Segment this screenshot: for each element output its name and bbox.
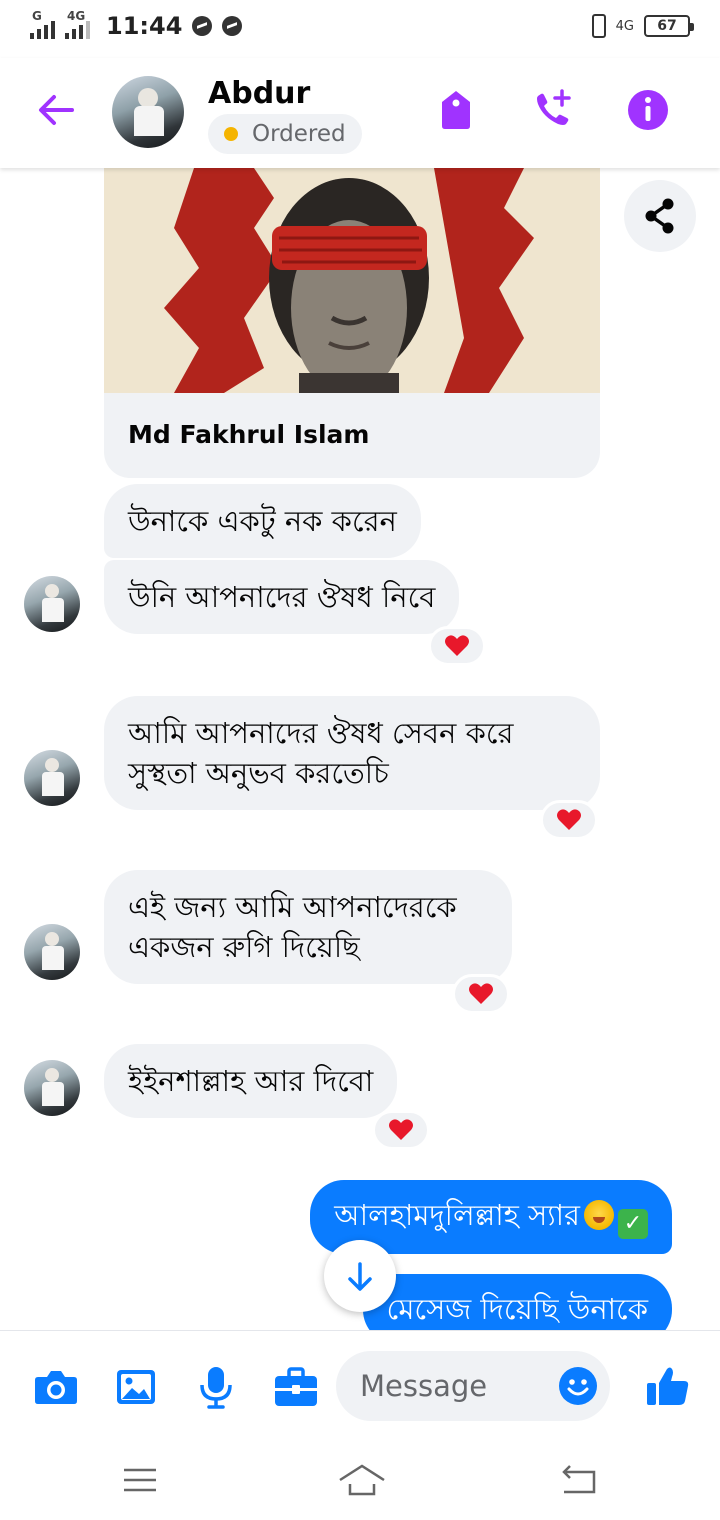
add-call-icon[interactable] [530,88,574,132]
status-left: G 4G 11:44 [30,9,243,40]
message-text: আলহামদুলিল্লাহ স্যার [334,1198,580,1232]
network-type-label: G [32,9,42,23]
contact-avatar-small[interactable] [24,924,80,980]
messenger-notification-icon [192,16,213,36]
shared-post-image[interactable] [104,168,600,393]
home-icon[interactable] [338,1460,385,1500]
heart-reaction[interactable] [452,974,510,1014]
heart-reaction[interactable] [540,800,598,840]
status-dot-icon [224,127,238,141]
back-arrow-icon[interactable] [34,88,78,132]
message-bubble-outgoing[interactable]: মেসেজ দিয়েছি উনাকে [362,1274,672,1330]
chat-header: Abdur Ordered [0,58,720,168]
status-bar: G 4G 11:44 4G 67 [0,0,720,58]
shared-post-card[interactable]: Md Fakhrul Islam [104,168,600,478]
message-input[interactable]: Message [336,1351,610,1421]
shared-post-author[interactable]: Md Fakhrul Islam [128,420,369,449]
message-input-placeholder: Message [360,1369,488,1403]
messenger-notification-icon-2 [222,16,243,36]
battery-level: 67 [657,18,677,34]
order-status-badge[interactable]: Ordered [208,114,362,154]
check-mark-emoji-icon: ✓ [618,1209,648,1239]
camera-icon[interactable] [32,1363,80,1411]
chat-thread[interactable]: Md Fakhrul Islam উনাকে একটু নক করেন উনি … [0,168,720,1330]
heart-icon [445,635,469,656]
battery-icon: 67 [644,15,694,37]
gallery-icon[interactable] [112,1363,160,1411]
message-bubble-incoming[interactable]: ইইনশাল্লাহ আর দিবো [104,1044,398,1118]
heart-reaction[interactable] [372,1110,430,1150]
heart-reaction[interactable] [428,626,486,666]
tag-icon[interactable] [434,88,478,132]
menu-icon[interactable] [118,1460,162,1500]
signal-icon: G [30,9,55,39]
message-bubble-incoming[interactable]: এই জন্য আমি আপনাদেরকে একজন রুগি দিয়েছি [104,870,512,984]
heart-icon [469,983,493,1004]
vibrate-icon [591,14,606,38]
info-icon[interactable] [626,88,670,132]
contact-avatar-small[interactable] [24,750,80,806]
emoji-icon[interactable] [558,1366,598,1406]
thumbs-up-icon[interactable] [644,1363,692,1411]
network-4g-label: 4G [615,18,634,34]
contact-avatar-small[interactable] [24,1060,80,1116]
arrow-down-icon [348,1262,372,1291]
network-type-label-2: 4G [67,9,86,23]
hugging-face-emoji-icon [584,1200,614,1230]
contact-name[interactable]: Abdur [208,76,310,111]
contact-avatar[interactable] [112,76,184,148]
signal-icon-2: 4G [65,9,90,39]
back-icon[interactable] [556,1460,600,1500]
message-bubble-incoming[interactable]: আমি আপনাদের ঔষধ সেবন করে সুস্থতা অনুভব ক… [104,696,600,810]
scroll-to-bottom-button[interactable] [324,1240,396,1312]
heart-icon [557,809,581,830]
heart-icon [389,1119,413,1140]
clock: 11:44 [106,12,183,40]
message-composer: Message [0,1330,720,1440]
message-bubble-incoming[interactable]: উনি আপনাদের ঔষধ নিবে [104,560,460,634]
message-bubble-incoming[interactable]: উনাকে একটু নক করেন [104,484,421,558]
system-nav-bar [0,1440,720,1520]
briefcase-icon[interactable] [272,1363,320,1411]
microphone-icon[interactable] [192,1363,240,1411]
status-right: 4G 67 [591,14,694,38]
order-status-label: Ordered [252,121,346,147]
share-button[interactable] [624,180,696,252]
contact-avatar-small[interactable] [24,576,80,632]
